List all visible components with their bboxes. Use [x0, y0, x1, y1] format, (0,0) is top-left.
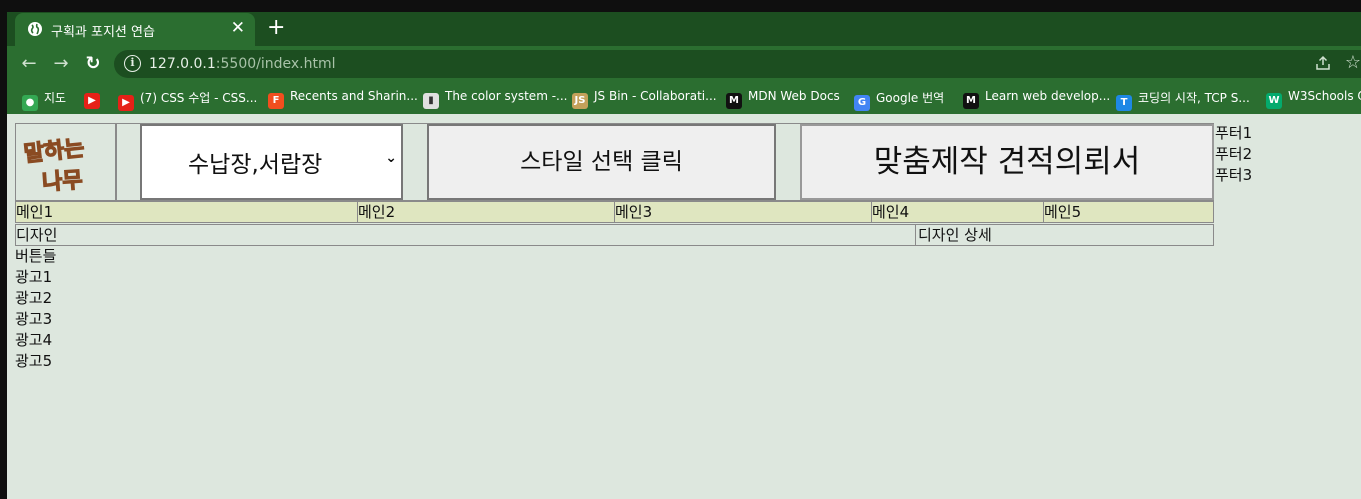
custom-quote-button[interactable]: 맞춤제작 견적의뢰서: [800, 124, 1214, 200]
url-host: 127.0.0.1: [149, 56, 216, 72]
bookmark-item[interactable]: G Google 번역: [854, 89, 944, 111]
bookmark-item[interactable]: ▶: [84, 89, 106, 109]
tab-title: 구획과 포지션 연습: [51, 25, 155, 40]
bookmark-label: JS Bin - Collaborati...: [594, 89, 717, 103]
menu-item[interactable]: 메인2: [358, 202, 615, 222]
jsbin-icon: JS: [572, 93, 588, 109]
bookmark-item[interactable]: ▶ (7) CSS 수업 - CSS...: [118, 89, 257, 111]
buttons-section: 버튼들: [15, 247, 57, 265]
bookmark-item[interactable]: F Recents and Sharin...: [268, 89, 418, 109]
forward-icon[interactable]: →: [50, 53, 72, 75]
figma-icon: F: [268, 93, 284, 109]
ad-item: 광고3: [15, 310, 53, 328]
mdn-icon: M: [963, 93, 979, 109]
menu-item[interactable]: 메인4: [872, 202, 1044, 222]
footer-item: 푸터1: [1215, 124, 1253, 142]
youtube-icon: ▶: [118, 95, 134, 111]
bookmarks-bar: ● 지도 ▶ ▶ (7) CSS 수업 - CSS... F Recents and Sha…: [0, 82, 1361, 114]
ad-item: 광고2: [15, 289, 53, 307]
browser-tab[interactable]: 구획과 포지션 연습 ✕: [15, 13, 255, 46]
design-section: 디자인: [16, 225, 916, 245]
bookmark-label: W3Schools O: [1288, 89, 1361, 103]
page-icon: ▮: [423, 93, 439, 109]
ad-item: 광고4: [15, 331, 53, 349]
bookmark-label: Recents and Sharin...: [290, 89, 418, 103]
design-row: 디자인 디자인 상세: [15, 224, 1214, 246]
window-edge: [0, 0, 7, 499]
new-tab-button[interactable]: +: [267, 15, 285, 40]
footer-list: 푸터1 푸터2 푸터3: [1215, 123, 1252, 186]
furniture-select[interactable]: 수납장,서랍장 ⌄: [140, 124, 403, 200]
bookmark-label: Learn web develop...: [985, 89, 1111, 103]
bookmark-label: Google 번역: [876, 91, 945, 105]
ad-item: 광고1: [15, 268, 53, 286]
bookmark-star-icon[interactable]: ☆: [1345, 52, 1361, 73]
bookmark-item[interactable]: ● 지도: [22, 89, 66, 111]
bookmark-label: (7) CSS 수업 - CSS...: [140, 91, 258, 105]
bookmark-label: 지도: [44, 91, 67, 105]
bookmark-item[interactable]: T 코딩의 시작, TCP S...: [1116, 89, 1250, 111]
bookmark-item[interactable]: W W3Schools O: [1266, 89, 1361, 109]
tab-strip: 구획과 포지션 연습 ✕ +: [0, 0, 1361, 46]
logo-cell: 말하는 나무: [15, 123, 116, 201]
bookmark-label: MDN Web Docs: [748, 89, 840, 103]
browser-chrome: 구획과 포지션 연습 ✕ + ← → ↻ i 127.0.0.1:5500/in…: [0, 0, 1361, 114]
share-icon[interactable]: [1315, 55, 1331, 71]
map-pin-icon: ●: [22, 95, 38, 111]
browser-toolbar: ← → ↻ i 127.0.0.1:5500/index.html ☆: [0, 46, 1361, 82]
bookmark-item[interactable]: ▮ The color system -...: [423, 89, 567, 109]
globe-icon: [28, 22, 42, 36]
url-path: :5500/index.html: [215, 56, 336, 72]
main-menu: 메인1 메인2 메인3 메인4 메인5: [15, 201, 1214, 223]
bookmark-item[interactable]: M Learn web develop...: [963, 89, 1110, 109]
url-text[interactable]: 127.0.0.1:5500/index.html: [149, 56, 336, 72]
svg-text:말하는: 말하는: [23, 135, 86, 167]
youtube-icon: ▶: [84, 93, 100, 109]
address-bar[interactable]: i 127.0.0.1:5500/index.html ☆: [114, 50, 1361, 78]
w3schools-icon: W: [1266, 93, 1282, 109]
side-list: 버튼들광고1 광고2 광고3 광고4 광고5: [15, 246, 56, 372]
menu-item[interactable]: 메인3: [615, 202, 872, 222]
page-content: 말하는 나무 수납장,서랍장 ⌄ 스타일 선택 클릭 맞춤제작 견적의뢰서 푸터…: [7, 114, 1361, 499]
translate-icon: G: [854, 95, 870, 111]
logo-image[interactable]: 말하는 나무: [16, 124, 117, 202]
mdn-icon: M: [726, 93, 742, 109]
bookmark-label: The color system -...: [445, 89, 568, 103]
tcp-icon: T: [1116, 95, 1132, 111]
site-info-icon[interactable]: i: [124, 55, 141, 72]
style-select-button[interactable]: 스타일 선택 클릭: [427, 124, 776, 200]
design-detail-section: 디자인 상세: [918, 226, 992, 244]
bookmark-item[interactable]: M MDN Web Docs: [726, 89, 840, 109]
footer-item: 푸터2: [1215, 145, 1253, 163]
select-value: 수납장,서랍장: [188, 152, 323, 178]
reload-icon[interactable]: ↻: [82, 53, 104, 75]
menu-item[interactable]: 메인5: [1044, 202, 1214, 222]
bookmark-item[interactable]: JS JS Bin - Collaborati...: [572, 89, 717, 109]
svg-text:나무: 나무: [41, 167, 83, 196]
bookmark-label: 코딩의 시작, TCP S...: [1138, 91, 1250, 105]
back-icon[interactable]: ←: [18, 53, 40, 75]
chevron-down-icon: ⌄: [385, 150, 397, 166]
menu-item[interactable]: 메인1: [16, 202, 358, 222]
footer-item: 푸터3: [1215, 166, 1253, 184]
close-tab-icon[interactable]: ✕: [231, 18, 245, 38]
ad-item: 광고5: [15, 352, 53, 370]
